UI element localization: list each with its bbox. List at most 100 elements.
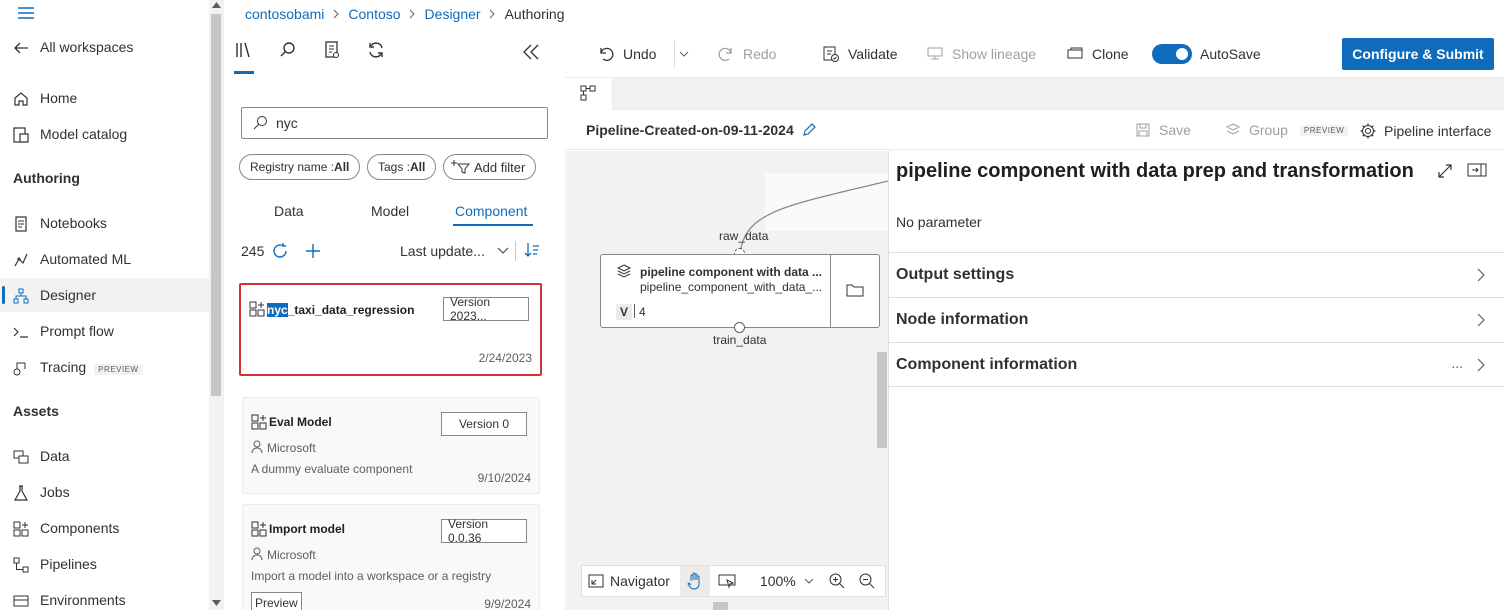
nav-item-automated-ml[interactable]: Automated ML bbox=[0, 242, 209, 276]
navigator-label[interactable]: Navigator bbox=[610, 573, 670, 589]
scroll-down-arrow-icon[interactable] bbox=[212, 600, 221, 606]
redo-button[interactable]: Redo bbox=[717, 44, 776, 64]
close-panel-icon[interactable] bbox=[1467, 163, 1487, 177]
environments-icon bbox=[12, 592, 30, 610]
undo-history-chevron-icon[interactable] bbox=[679, 51, 689, 58]
save-button[interactable]: Save bbox=[1135, 122, 1191, 138]
components-icon bbox=[12, 520, 30, 538]
nav-item-home[interactable]: Home bbox=[0, 81, 209, 115]
pipeline-canvas[interactable]: raw_data pipeline component with data ..… bbox=[565, 151, 888, 610]
divider bbox=[634, 304, 635, 318]
collapse-panel-icon[interactable] bbox=[522, 44, 540, 60]
pan-hand-icon[interactable] bbox=[679, 566, 710, 596]
pipeline-interface-button[interactable]: Pipeline interface bbox=[1359, 122, 1491, 140]
version-dropdown[interactable]: Version 0 bbox=[441, 412, 527, 436]
settings-gear-icon bbox=[1359, 122, 1377, 140]
all-workspaces-link[interactable]: All workspaces bbox=[0, 30, 209, 64]
nav-item-model-catalog[interactable]: Model catalog bbox=[0, 117, 209, 151]
nav-item-label: Environments bbox=[40, 592, 126, 608]
folder-icon[interactable] bbox=[846, 282, 864, 298]
component-card-eval-model[interactable]: Eval Model Version 0 Microsoft A dummy e… bbox=[242, 397, 540, 494]
refresh-icon[interactable] bbox=[366, 40, 388, 62]
tab-model[interactable]: Model bbox=[371, 203, 409, 219]
node-information-section[interactable]: Node information bbox=[889, 297, 1504, 342]
component-card-nyc-taxi[interactable]: nyc_taxi_data_regression Version 2023...… bbox=[239, 283, 542, 376]
output-port[interactable] bbox=[734, 322, 745, 333]
designer-toolbar: Undo Redo Validate Show lineage Clone Au… bbox=[565, 30, 1504, 78]
scroll-up-arrow-icon[interactable] bbox=[212, 2, 221, 8]
nav-item-jobs[interactable]: Jobs bbox=[0, 475, 209, 509]
version-dropdown[interactable]: Version 0.0.36 bbox=[441, 517, 527, 545]
nav-item-label: Jobs bbox=[40, 484, 70, 500]
show-lineage-button[interactable]: Show lineage bbox=[926, 44, 1036, 64]
edit-pencil-icon[interactable] bbox=[801, 122, 817, 138]
component-card-import-model[interactable]: Import model Version 0.0.36 Microsoft Im… bbox=[242, 504, 540, 610]
clone-button[interactable]: Clone bbox=[1066, 44, 1129, 64]
canvas-tab-bar bbox=[565, 78, 1504, 110]
sort-dropdown[interactable]: Last update... bbox=[400, 243, 485, 259]
node-title: pipeline component with data ... bbox=[640, 265, 823, 279]
show-lineage-label: Show lineage bbox=[952, 46, 1037, 62]
output-settings-section[interactable]: Output settings bbox=[889, 252, 1504, 297]
output-port-label: train_data bbox=[713, 333, 767, 347]
tab-data[interactable]: Data bbox=[274, 203, 304, 219]
save-icon bbox=[1135, 122, 1151, 138]
nav-scrollbar-thumb[interactable] bbox=[211, 14, 221, 396]
configure-submit-button[interactable]: Configure & Submit bbox=[1342, 38, 1494, 70]
canvas-navigator-bar: Navigator 100% bbox=[581, 565, 886, 597]
nav-item-designer[interactable]: Designer bbox=[0, 278, 209, 312]
nav-item-label: Data bbox=[40, 448, 70, 464]
nav-item-prompt-flow[interactable]: Prompt flow bbox=[0, 314, 209, 348]
add-filter-button[interactable]: Add filter bbox=[443, 154, 537, 180]
zoom-out-icon[interactable] bbox=[858, 572, 876, 590]
home-icon bbox=[12, 90, 30, 108]
nav-scrollbar[interactable] bbox=[209, 0, 224, 610]
breadcrumb-designer[interactable]: Designer bbox=[425, 6, 481, 22]
more-options-icon[interactable]: ... bbox=[1451, 355, 1463, 371]
sort-direction-icon[interactable] bbox=[523, 241, 541, 259]
tags-filter-chip[interactable]: Tags : All bbox=[367, 154, 437, 180]
nav-item-data[interactable]: Data bbox=[0, 439, 209, 473]
navigator-icon[interactable] bbox=[588, 573, 604, 589]
nav-item-environments[interactable]: Environments bbox=[0, 583, 209, 610]
add-component-icon[interactable] bbox=[303, 241, 323, 261]
hamburger-menu-icon[interactable] bbox=[17, 6, 35, 20]
pipeline-header-bar: Pipeline-Created-on-09-11-2024 Save Grou… bbox=[565, 110, 1504, 150]
refresh-list-icon[interactable] bbox=[270, 241, 290, 261]
component-grid-icon bbox=[249, 301, 265, 317]
autosave-switch[interactable] bbox=[1152, 44, 1192, 64]
library-tab-icon[interactable] bbox=[234, 40, 256, 62]
nav-item-pipelines[interactable]: Pipelines bbox=[0, 547, 209, 581]
tab-component[interactable]: Component bbox=[455, 203, 527, 219]
preview-badge: PREVIEW bbox=[94, 364, 143, 375]
autosave-toggle[interactable]: AutoSave bbox=[1152, 44, 1261, 64]
pipeline-component-node[interactable]: pipeline component with data ... pipelin… bbox=[600, 254, 880, 328]
chevron-down-icon[interactable] bbox=[804, 578, 814, 585]
canvas-scrollbar-thumb[interactable] bbox=[877, 352, 887, 448]
select-pointer-icon[interactable] bbox=[718, 573, 736, 589]
expand-icon[interactable] bbox=[1437, 163, 1453, 179]
person-icon bbox=[251, 440, 263, 454]
zoom-in-icon[interactable] bbox=[828, 572, 846, 590]
search-tab-icon[interactable] bbox=[278, 40, 300, 62]
save-label: Save bbox=[1159, 122, 1191, 138]
active-tab-indicator bbox=[234, 71, 254, 74]
horizontal-scrollbar-thumb[interactable] bbox=[713, 602, 728, 610]
undo-button[interactable]: Undo bbox=[597, 44, 656, 64]
component-information-section[interactable]: Component information ... bbox=[889, 342, 1504, 387]
breadcrumb-workspace[interactable]: contosobami bbox=[245, 6, 324, 22]
validate-button[interactable]: Validate bbox=[822, 44, 898, 64]
registry-filter-chip[interactable]: Registry name : All bbox=[239, 154, 361, 180]
data-catalog-icon[interactable] bbox=[322, 40, 344, 62]
nav-item-components[interactable]: Components bbox=[0, 511, 209, 545]
zoom-level-dropdown[interactable]: 100% bbox=[760, 573, 796, 589]
nav-item-tracing[interactable]: Tracing PREVIEW bbox=[0, 350, 209, 384]
version-dropdown[interactable]: Version 2023... bbox=[443, 295, 529, 323]
breadcrumb-authoring: Authoring bbox=[504, 6, 565, 22]
nav-item-notebooks[interactable]: Notebooks bbox=[0, 206, 209, 240]
component-search-input[interactable]: nyc bbox=[241, 107, 548, 139]
breadcrumb-resource[interactable]: Contoso bbox=[348, 6, 400, 22]
chevron-down-icon[interactable] bbox=[497, 247, 509, 255]
pipeline-graph-tab[interactable] bbox=[565, 78, 613, 110]
group-button[interactable]: Group PREVIEW bbox=[1225, 122, 1349, 138]
